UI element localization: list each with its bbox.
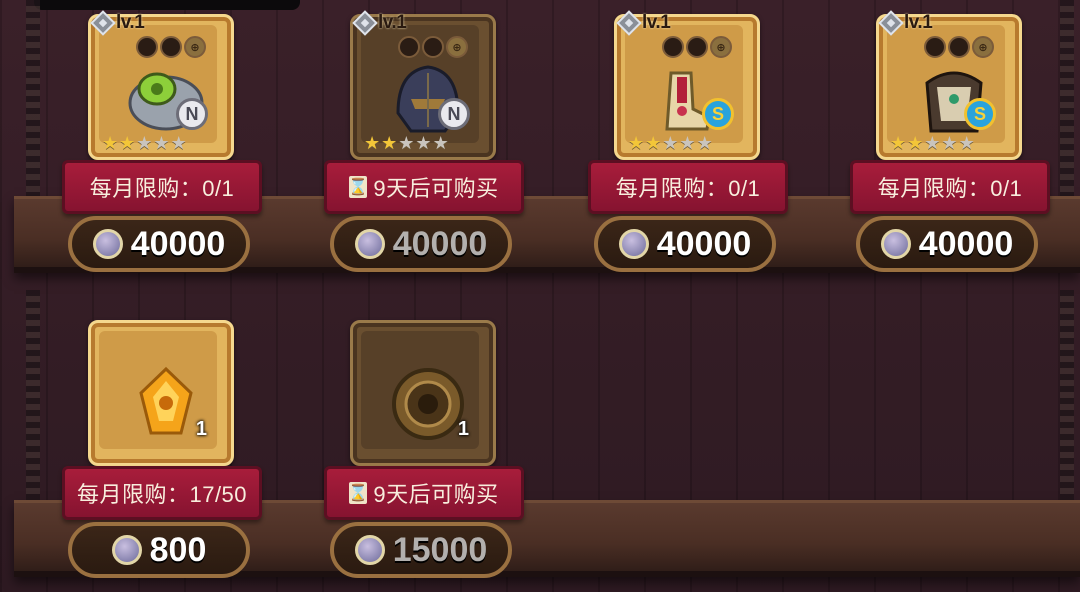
star-icon: ★ — [136, 133, 153, 153]
empty-socket — [686, 36, 708, 58]
lock-icon: ⊕ — [972, 36, 994, 58]
star-icon: ★ — [102, 133, 119, 153]
socket-row: ⊕ — [398, 36, 468, 58]
socket-row: ⊕ — [924, 36, 994, 58]
star-icon: ★ — [924, 133, 941, 153]
star-icon: ★ — [890, 133, 907, 153]
level-indicator: lv.1 — [616, 10, 671, 36]
quantity-label: 1 — [195, 418, 207, 440]
lock-icon: ⊕ — [446, 36, 468, 58]
star-icon: ★ — [645, 133, 662, 153]
price-button[interactable]: 15000 — [330, 522, 512, 578]
grade-badge: N — [176, 98, 208, 130]
empty-socket — [948, 36, 970, 58]
item-slot: 1 — [99, 331, 217, 449]
top-bar — [34, 0, 300, 10]
star-icon: ★ — [679, 133, 696, 153]
grade-badge: N — [438, 98, 470, 130]
star-icon: ★ — [381, 133, 398, 153]
purchase-limit-ribbon: 每月限购：0/1 — [588, 160, 788, 214]
purchase-limit-ribbon: 每月限购：17/50 — [62, 466, 262, 520]
coin-icon — [354, 535, 385, 565]
star-icon: ★ — [415, 133, 432, 153]
grade-badge: S — [964, 98, 996, 130]
star-icon: ★ — [907, 133, 924, 153]
star-icon: ★ — [153, 133, 170, 153]
diamond-level-icon — [878, 10, 904, 36]
empty-socket — [924, 36, 946, 58]
lock-icon: ⊕ — [710, 36, 732, 58]
grade-badge: S — [702, 98, 734, 130]
level-indicator: lv.1 — [878, 10, 933, 36]
coin-icon — [354, 229, 385, 259]
star-icon: ★ — [696, 133, 713, 153]
star-icon: ★ — [941, 133, 958, 153]
level-indicator: lv.1 — [90, 10, 145, 36]
star-icon: ★ — [958, 133, 975, 153]
diamond-level-icon — [616, 10, 642, 36]
empty-socket — [398, 36, 420, 58]
empty-socket — [422, 36, 444, 58]
hourglass-icon: ⌛ — [348, 482, 368, 504]
lock-icon: ⊕ — [184, 36, 206, 58]
cooldown-ribbon: ⌛ 9天后可购买 — [324, 160, 524, 214]
star-icon: ★ — [432, 133, 449, 153]
purchase-limit-ribbon: 每月限购：0/1 — [850, 160, 1050, 214]
quantity-label: 1 — [457, 418, 469, 440]
coin-icon — [111, 535, 142, 565]
hourglass-icon: ⌛ — [348, 176, 368, 198]
star-icon: ★ — [628, 133, 645, 153]
price-button[interactable]: 40000 — [68, 216, 250, 272]
star-icon: ★ — [119, 133, 136, 153]
price-button[interactable]: 800 — [68, 522, 250, 578]
item-frame[interactable]: 1 — [350, 320, 496, 466]
chain-decoration — [26, 0, 40, 210]
item-frame[interactable]: 1 — [88, 320, 234, 466]
price-button[interactable]: 40000 — [330, 216, 512, 272]
chain-decoration — [26, 290, 40, 500]
price-button[interactable]: 40000 — [594, 216, 776, 272]
star-icon: ★ — [364, 133, 381, 153]
empty-socket — [160, 36, 182, 58]
shop-item-card[interactable]: lv.1 ⊕ S ★ ★ ★ ★ ★ 每月限购：0/1 40000 — [836, 10, 1080, 272]
shop-item-card[interactable]: lv.1 ⊕ N ★ ★ ★ ★ ★ 每月限购：0/1 40000 — [48, 10, 308, 272]
empty-socket — [136, 36, 158, 58]
socket-row: ⊕ — [136, 36, 206, 58]
coin-icon — [92, 229, 123, 259]
price-button[interactable]: 40000 — [856, 216, 1038, 272]
star-icon: ★ — [398, 133, 415, 153]
star-rating: ★ ★ ★ ★ ★ — [890, 134, 975, 152]
star-icon: ★ — [170, 133, 187, 153]
diamond-level-icon — [352, 10, 378, 36]
cooldown-ribbon: ⌛ 9天后可购买 — [324, 466, 524, 520]
star-rating: ★ ★ ★ ★ ★ — [102, 134, 187, 152]
coin-icon — [880, 229, 911, 259]
shop-item-card[interactable]: lv.1 ⊕ S ★ ★ ★ ★ ★ 每月限购：0/1 40000 — [574, 10, 834, 272]
shop-item-card[interactable]: 1 ⌛ 9天后可购买 15000 — [310, 320, 570, 578]
item-slot: 1 — [361, 331, 479, 449]
diamond-level-icon — [90, 10, 116, 36]
socket-row: ⊕ — [662, 36, 732, 58]
coin-icon — [618, 229, 649, 259]
star-rating: ★ ★ ★ ★ ★ — [628, 134, 713, 152]
shop-item-card[interactable]: lv.1 ⊕ N ★ ★ ★ ★ ★ ⌛ 9天后可购买 40000 — [310, 10, 570, 272]
star-icon: ★ — [662, 133, 679, 153]
shop-item-card[interactable]: 1 每月限购：17/50 800 — [48, 320, 308, 578]
purchase-limit-ribbon: 每月限购：0/1 — [62, 160, 262, 214]
chain-decoration — [1060, 290, 1074, 500]
empty-socket — [662, 36, 684, 58]
level-indicator: lv.1 — [352, 10, 407, 36]
star-rating: ★ ★ ★ ★ ★ — [364, 134, 449, 152]
